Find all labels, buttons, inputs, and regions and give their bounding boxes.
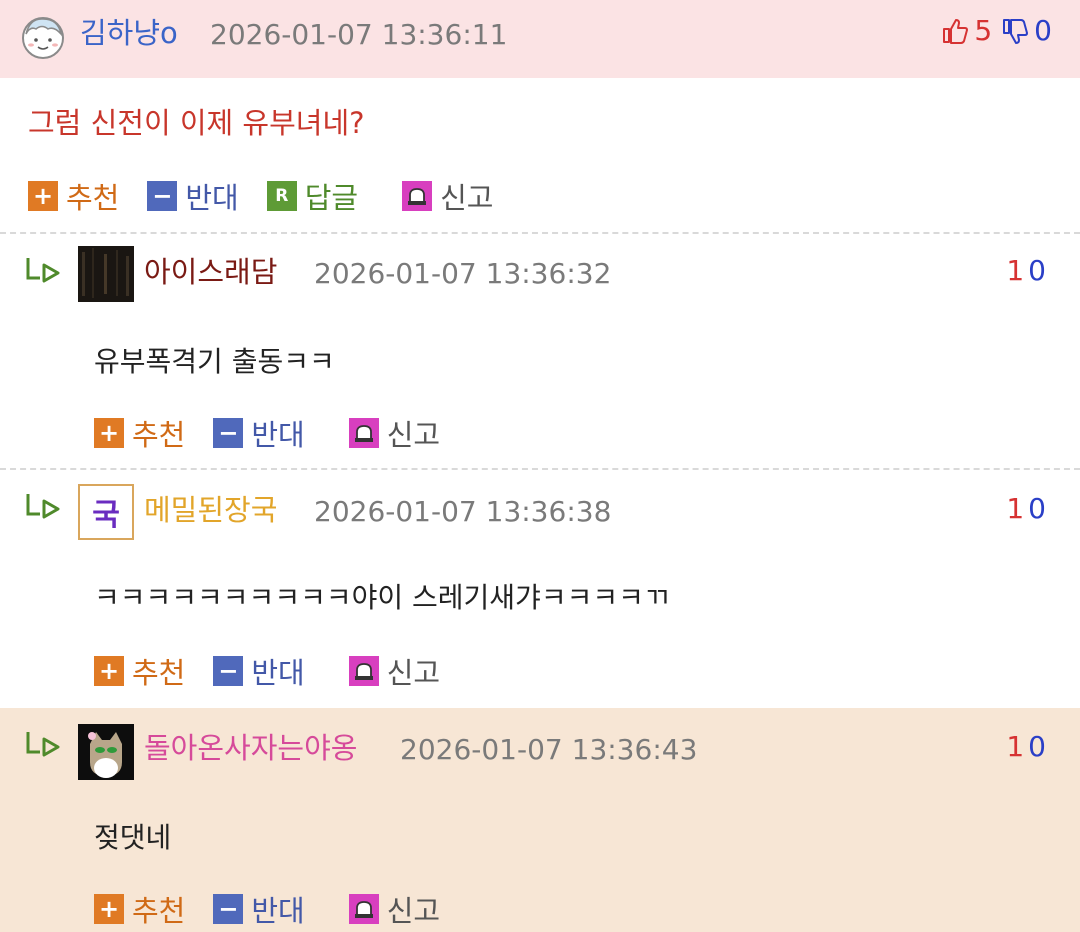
plus-icon: +	[94, 894, 124, 924]
main-comment-actions: + 추천 − 반대 R 답글 신고	[28, 175, 522, 217]
reply-down-count: 0	[1028, 254, 1050, 287]
oppose-label: 반대	[251, 418, 305, 452]
reply-votes: 10	[1006, 492, 1050, 525]
minus-icon: −	[147, 181, 178, 211]
reply-nickname-text: 돌아온사자는야옹	[144, 731, 358, 765]
siren-icon	[348, 656, 379, 686]
user-avatar[interactable]: 국	[78, 484, 134, 540]
reply-body: 유부폭격기 출동ㅋㅋ	[94, 345, 335, 378]
recommend-button[interactable]: + 추천	[28, 175, 119, 217]
siren-icon	[348, 418, 379, 448]
reply-arrow-icon	[26, 258, 60, 283]
reply-label: 답글	[304, 181, 359, 215]
main-comment-body: 그럼 신전이 이제 유부녀네?	[28, 106, 365, 140]
reply-up-count: 1	[1006, 492, 1029, 525]
reply-actions: + 추천 − 반대 신고	[94, 412, 468, 454]
reply-body: ㅋㅋㅋㅋㅋㅋㅋㅋㅋㅋ야이 스레기새갸ㅋㅋㅋㅋㄲ	[94, 581, 670, 614]
report-label: 신고	[440, 181, 494, 215]
oppose-label: 반대	[185, 181, 239, 215]
main-comment-votes: 5 0	[940, 14, 1052, 47]
siren-icon	[402, 181, 433, 211]
minus-icon: −	[213, 656, 244, 686]
reply-down-count: 0	[1028, 730, 1050, 763]
main-comment-nickname[interactable]: 김하냥o	[80, 19, 178, 48]
thumbs-up-icon[interactable]	[940, 16, 970, 46]
reply-item: 아이스래담 2026-01-07 13:36:32 10 유부폭격기 출동ㅋㅋ …	[0, 234, 1080, 468]
reply-body: 젖댓네	[94, 821, 172, 854]
report-button[interactable]: 신고	[348, 412, 441, 454]
main-comment-date: 2026-01-07 13:36:11	[210, 18, 508, 51]
minus-icon: −	[213, 894, 244, 924]
user-avatar[interactable]	[78, 246, 134, 302]
reply-item-highlighted: 돌아온사자는야옹 2026-01-07 13:36:43 10 젖댓네 + 추천 …	[0, 708, 1080, 932]
reply-votes: 10	[1006, 254, 1050, 287]
reply-votes: 10	[1006, 730, 1050, 763]
oppose-button[interactable]: − 반대	[213, 650, 305, 692]
reply-nickname[interactable]: 메밀된장국	[144, 496, 277, 525]
report-button[interactable]: 신고	[348, 888, 441, 930]
reply-date: 2026-01-07 13:36:38	[314, 495, 612, 528]
reply-date: 2026-01-07 13:36:43	[400, 733, 698, 766]
reply-nickname[interactable]: 돌아온사자는야옹	[144, 734, 357, 763]
reply-nickname-text: 메밀된장국	[144, 493, 278, 527]
reply-down-count: 0	[1028, 492, 1050, 525]
oppose-label: 반대	[251, 656, 305, 690]
recommend-button[interactable]: + 추천	[94, 650, 185, 692]
report-button[interactable]: 신고	[402, 175, 494, 217]
reply-item: 국 메밀된장국 2026-01-07 13:36:38 10 ㅋㅋㅋㅋㅋㅋㅋㅋㅋ…	[0, 470, 1080, 708]
recommend-label: 추천	[66, 181, 120, 215]
report-label: 신고	[386, 656, 441, 690]
thumbs-down-icon[interactable]	[1000, 16, 1030, 46]
reply-date: 2026-01-07 13:36:32	[314, 257, 612, 290]
plus-icon: +	[94, 656, 124, 686]
recommend-button[interactable]: + 추천	[94, 888, 185, 930]
reply-icon: R	[266, 181, 297, 211]
report-button[interactable]: 신고	[348, 650, 441, 692]
minus-icon: −	[213, 418, 244, 448]
plus-icon: +	[94, 418, 124, 448]
reply-actions: + 추천 − 반대 신고	[94, 888, 468, 930]
reply-actions: + 추천 − 반대 신고	[94, 650, 468, 692]
oppose-button[interactable]: − 반대	[147, 175, 239, 217]
reply-button[interactable]: R 답글	[266, 175, 359, 217]
main-comment-header: 김하냥o 2026-01-07 13:36:11 5 0	[0, 0, 1080, 78]
user-avatar-icon[interactable]	[18, 12, 68, 62]
reply-nickname-text: 아이스래담	[144, 255, 278, 289]
oppose-button[interactable]: − 반대	[213, 888, 305, 930]
oppose-label: 반대	[251, 894, 305, 928]
reply-nickname[interactable]: 아이스래담	[144, 258, 277, 287]
reply-up-count: 1	[1006, 254, 1029, 287]
recommend-label: 추천	[132, 656, 186, 690]
main-down-count: 0	[1034, 14, 1052, 47]
report-label: 신고	[386, 894, 441, 928]
oppose-button[interactable]: − 반대	[213, 412, 305, 454]
report-label: 신고	[386, 418, 441, 452]
main-up-count: 5	[974, 14, 993, 47]
reply-arrow-icon	[26, 494, 60, 519]
recommend-button[interactable]: + 추천	[94, 412, 185, 454]
siren-icon	[348, 894, 379, 924]
recommend-label: 추천	[132, 418, 186, 452]
user-avatar[interactable]	[78, 724, 134, 780]
reply-arrow-icon	[26, 732, 60, 757]
plus-icon: +	[28, 181, 58, 211]
reply-up-count: 1	[1006, 730, 1029, 763]
recommend-label: 추천	[132, 894, 186, 928]
